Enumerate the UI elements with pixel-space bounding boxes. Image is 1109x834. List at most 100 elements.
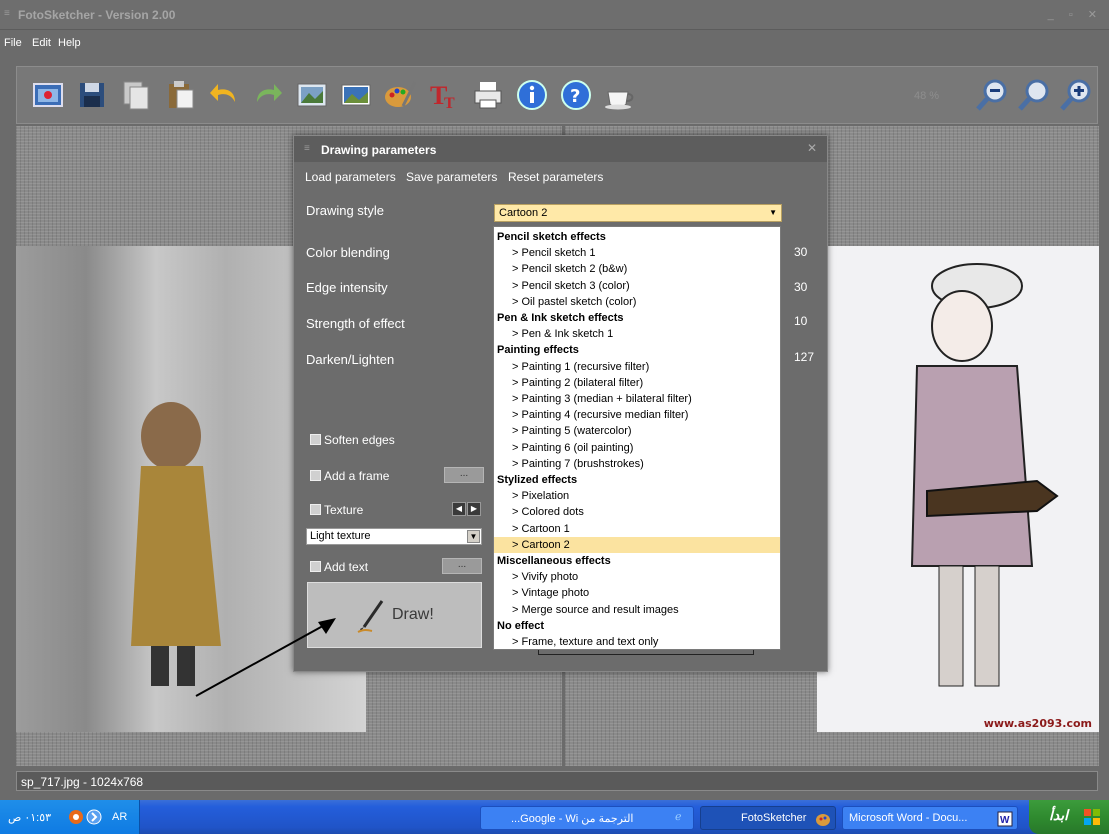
drawing-parameters-icon[interactable] xyxy=(383,78,417,112)
darken-lighten-value: 127 xyxy=(794,350,815,364)
drawing-style-selected: Cartoon 2 xyxy=(499,207,548,219)
frame-options-button[interactable]: ... xyxy=(444,467,484,483)
taskbar: ٠١:٥٣ ص AR ...Google - Wi الترجمة من ℯ F… xyxy=(0,800,1109,834)
redo-icon[interactable] xyxy=(251,78,285,112)
texture-next-button[interactable]: ▶ xyxy=(467,502,481,516)
text-options-button[interactable]: ... xyxy=(442,558,482,574)
menu-bar: File Edit Help xyxy=(0,34,1109,54)
dropdown-option[interactable]: > Colored dots xyxy=(494,504,780,520)
clock: ٠١:٥٣ ص xyxy=(8,812,52,824)
ie-icon: ℯ xyxy=(675,811,682,823)
texture-select[interactable]: Light texture ▼ xyxy=(306,528,482,545)
expand-tray-icon[interactable] xyxy=(86,809,102,825)
status-text: sp_717.jpg - 1024x768 xyxy=(21,775,144,789)
draw-button-label: Draw! xyxy=(392,606,434,623)
dropdown-group-header: Stylized effects xyxy=(497,474,578,486)
pencil-icon xyxy=(357,600,384,633)
start-button[interactable]: ابدأ xyxy=(1029,800,1109,834)
zoom-out-icon[interactable] xyxy=(975,78,1009,112)
dropdown-option[interactable]: > Vivify photo xyxy=(494,569,780,585)
load-parameters-link[interactable]: Load parameters xyxy=(305,170,396,184)
task-label-word: Microsoft Word - Docu... xyxy=(849,812,968,824)
reset-parameters-link[interactable]: Reset parameters xyxy=(508,170,603,184)
zoom-100-icon[interactable] xyxy=(1017,78,1051,112)
dropdown-option[interactable]: > Cartoon 2 xyxy=(494,536,780,553)
dropdown-option[interactable]: > Oil pastel sketch (color) xyxy=(494,294,780,310)
dialog-title-bar[interactable]: ≡ Drawing parameters ✕ xyxy=(294,136,827,162)
security-shield-icon[interactable] xyxy=(68,809,84,825)
watermark-text: www.as2093.com xyxy=(983,717,1092,730)
dialog-title: Drawing parameters xyxy=(321,143,437,157)
coffee-icon[interactable] xyxy=(603,78,637,112)
dropdown-option[interactable]: > Frame, texture and text only xyxy=(494,634,780,650)
darken-lighten-label: Darken/Lighten xyxy=(306,352,395,367)
task-button-translate[interactable]: ...Google - Wi الترجمة من ℯ xyxy=(480,806,694,830)
print-icon[interactable] xyxy=(471,78,505,112)
annotation-arrow xyxy=(195,618,336,697)
dropdown-option[interactable]: > Pencil sketch 3 (color) xyxy=(494,278,780,294)
dropdown-group-header: Pen & Ink sketch effects xyxy=(497,312,624,324)
dialog-close-button[interactable]: ✕ xyxy=(807,141,817,155)
source-image-icon[interactable] xyxy=(295,78,329,112)
dropdown-option[interactable]: > Pixelation xyxy=(494,488,780,504)
dropdown-option[interactable]: > Cartoon 1 xyxy=(494,521,780,537)
save-parameters-link[interactable]: Save parameters xyxy=(406,170,497,184)
color-blending-label: Color blending xyxy=(306,245,390,260)
boy-figure xyxy=(910,263,1059,687)
open-image-icon[interactable] xyxy=(31,78,65,112)
dialog-menu-icon[interactable]: ≡ xyxy=(304,143,310,154)
dropdown-option[interactable]: > Painting 4 (recursive median filter) xyxy=(494,407,780,423)
info-icon[interactable] xyxy=(515,78,549,112)
task-button-fotosketcher[interactable]: FotoSketcher xyxy=(700,806,836,830)
add-text-label: Add text xyxy=(324,560,369,574)
texture-checkbox[interactable] xyxy=(310,504,321,515)
copy-icon[interactable] xyxy=(119,78,153,112)
dropdown-option[interactable]: > Vintage photo xyxy=(494,585,780,601)
dropdown-group-header: Painting effects xyxy=(497,344,579,357)
dropdown-option[interactable]: > Painting 3 (median + bilateral filter) xyxy=(494,391,780,407)
dropdown-option[interactable]: > Pencil sketch 1 xyxy=(494,245,780,261)
start-label: ابدأ xyxy=(1049,807,1069,823)
dropdown-option[interactable]: > Pen & Ink sketch 1 xyxy=(494,326,780,342)
add-text-checkbox[interactable] xyxy=(310,561,321,572)
system-menu-icon[interactable]: ≡ xyxy=(4,9,13,19)
task-button-word[interactable]: Microsoft Word - Docu... W xyxy=(842,806,1018,830)
language-indicator[interactable]: AR xyxy=(112,811,127,823)
zoom-in-icon[interactable] xyxy=(1059,78,1093,112)
windows-logo-icon xyxy=(1084,809,1100,825)
text-icon[interactable]: TT xyxy=(427,78,461,112)
soften-edges-checkbox[interactable] xyxy=(310,434,321,445)
save-icon[interactable] xyxy=(75,78,109,112)
system-tray: ٠١:٥٣ ص AR xyxy=(0,800,140,834)
dropdown-group-header: No effect xyxy=(497,619,545,632)
undo-icon[interactable] xyxy=(207,78,241,112)
window-controls[interactable]: _ ▫ ✕ xyxy=(1048,8,1103,21)
dropdown-option[interactable]: > Pencil sketch 2 (b&w) xyxy=(494,261,780,277)
drawing-style-dropdown-list[interactable]: Pencil sketch effects > Pencil sketch 1 > … xyxy=(493,226,781,650)
dropdown-option[interactable]: > Painting 7 (brushstrokes) xyxy=(494,456,780,472)
texture-selected: Light texture xyxy=(310,530,371,542)
dropdown-option[interactable]: > Painting 5 (watercolor) xyxy=(494,423,780,439)
menu-help[interactable]: Help xyxy=(58,37,81,49)
result-image-icon[interactable] xyxy=(339,78,373,112)
color-blending-value: 30 xyxy=(794,245,808,259)
dropdown-option[interactable]: > Painting 6 (oil painting) xyxy=(494,440,780,456)
dropdown-option[interactable]: > Painting 1 (recursive filter) xyxy=(494,359,780,375)
paste-icon[interactable] xyxy=(163,78,197,112)
task-label-fotosketcher: FotoSketcher xyxy=(741,812,807,824)
add-frame-checkbox[interactable] xyxy=(310,470,321,481)
dropdown-group-header: Miscellaneous effects xyxy=(497,555,611,567)
menu-edit[interactable]: Edit xyxy=(32,37,51,49)
chevron-down-icon[interactable]: ▼ xyxy=(769,208,777,217)
dropdown-option[interactable]: > Painting 2 (bilateral filter) xyxy=(494,375,780,391)
menu-file[interactable]: File xyxy=(4,37,22,49)
chevron-down-icon[interactable]: ▼ xyxy=(467,530,480,543)
edge-intensity-value: 30 xyxy=(794,280,808,294)
fotosketcher-icon xyxy=(816,814,830,826)
texture-label: Texture xyxy=(324,503,364,517)
soften-edges-label: Soften edges xyxy=(324,433,395,447)
drawing-style-select[interactable]: Cartoon 2 ▼ xyxy=(494,204,782,222)
texture-prev-button[interactable]: ◀ xyxy=(452,502,466,516)
help-icon[interactable]: ? xyxy=(559,78,593,112)
dropdown-option[interactable]: > Merge source and result images xyxy=(494,602,780,618)
